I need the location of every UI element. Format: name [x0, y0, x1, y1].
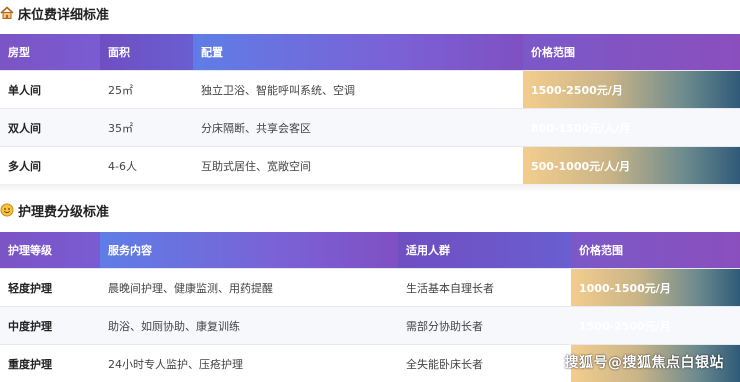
table-row: 中度护理 助浴、如厕协助、康复训练 需部分协助长者 1500-2500元/月 [0, 307, 740, 345]
room-type-cell: 多人间 [0, 147, 100, 185]
room-type-cell: 单人间 [0, 71, 100, 109]
price-cell: 500-1000元/人/月 [523, 147, 740, 185]
header-care-level: 护理等级 [0, 232, 100, 269]
price-cell: 1500-2500元/月 [523, 71, 740, 109]
header-config: 配置 [193, 34, 523, 71]
header-service-content: 服务内容 [100, 232, 398, 269]
care-fee-header-row: 护理等级 服务内容 适用人群 价格范围 [0, 232, 740, 269]
config-cell: 独立卫浴、智能呼叫系统、空调 [193, 71, 523, 109]
header-target-group: 适用人群 [398, 232, 571, 269]
header-area: 面积 [100, 34, 193, 71]
group-cell: 需部分协助长者 [398, 307, 571, 345]
care-fee-title-text: 护理费分级标准 [18, 201, 109, 220]
group-cell: 生活基本自理长者 [398, 269, 571, 307]
area-cell: 25㎡ [100, 71, 193, 109]
table-shadow [0, 184, 740, 192]
price-cell: 1500-2500元/月 [571, 307, 740, 345]
price-cell: 800-1500元/人/月 [523, 109, 740, 147]
table-row: 轻度护理 晨晚间护理、健康监测、用药提醒 生活基本自理长者 1000-1500元… [0, 269, 740, 307]
smile-coin-icon [0, 203, 14, 217]
service-cell: 助浴、如厕协助、康复训练 [100, 307, 398, 345]
config-cell: 互助式居住、宽敞空间 [193, 147, 523, 185]
bed-fee-table: 房型 面积 配置 价格范围 单人间 25㎡ 独立卫浴、智能呼叫系统、空调 150… [0, 34, 740, 184]
house-icon [0, 6, 14, 20]
price-cell: 1000-1500元/月 [571, 269, 740, 307]
service-cell: 晨晚间护理、健康监测、用药提醒 [100, 269, 398, 307]
watermark: 搜狐号@搜狐焦点白银站 [565, 352, 725, 372]
care-level-cell: 重度护理 [0, 345, 100, 382]
group-cell: 全失能卧床长者 [398, 345, 571, 382]
bed-fee-header-row: 房型 面积 配置 价格范围 [0, 34, 740, 71]
bed-fee-section-title: 床位费详细标准 [0, 4, 109, 22]
config-cell: 分床隔断、共享会客区 [193, 109, 523, 147]
table-row: 单人间 25㎡ 独立卫浴、智能呼叫系统、空调 1500-2500元/月 [0, 71, 740, 109]
care-level-cell: 轻度护理 [0, 269, 100, 307]
header-price-range: 价格范围 [523, 34, 740, 71]
header-room-type: 房型 [0, 34, 100, 71]
care-level-cell: 中度护理 [0, 307, 100, 345]
area-cell: 35㎡ [100, 109, 193, 147]
care-fee-section-title: 护理费分级标准 [0, 201, 109, 219]
area-cell: 4-6人 [100, 147, 193, 185]
table-row: 双人间 35㎡ 分床隔断、共享会客区 800-1500元/人/月 [0, 109, 740, 147]
table-row: 多人间 4-6人 互助式居住、宽敞空间 500-1000元/人/月 [0, 147, 740, 185]
service-cell: 24小时专人监护、压疮护理 [100, 345, 398, 382]
room-type-cell: 双人间 [0, 109, 100, 147]
header-price-range: 价格范围 [571, 232, 740, 269]
bed-fee-title-text: 床位费详细标准 [18, 4, 109, 23]
